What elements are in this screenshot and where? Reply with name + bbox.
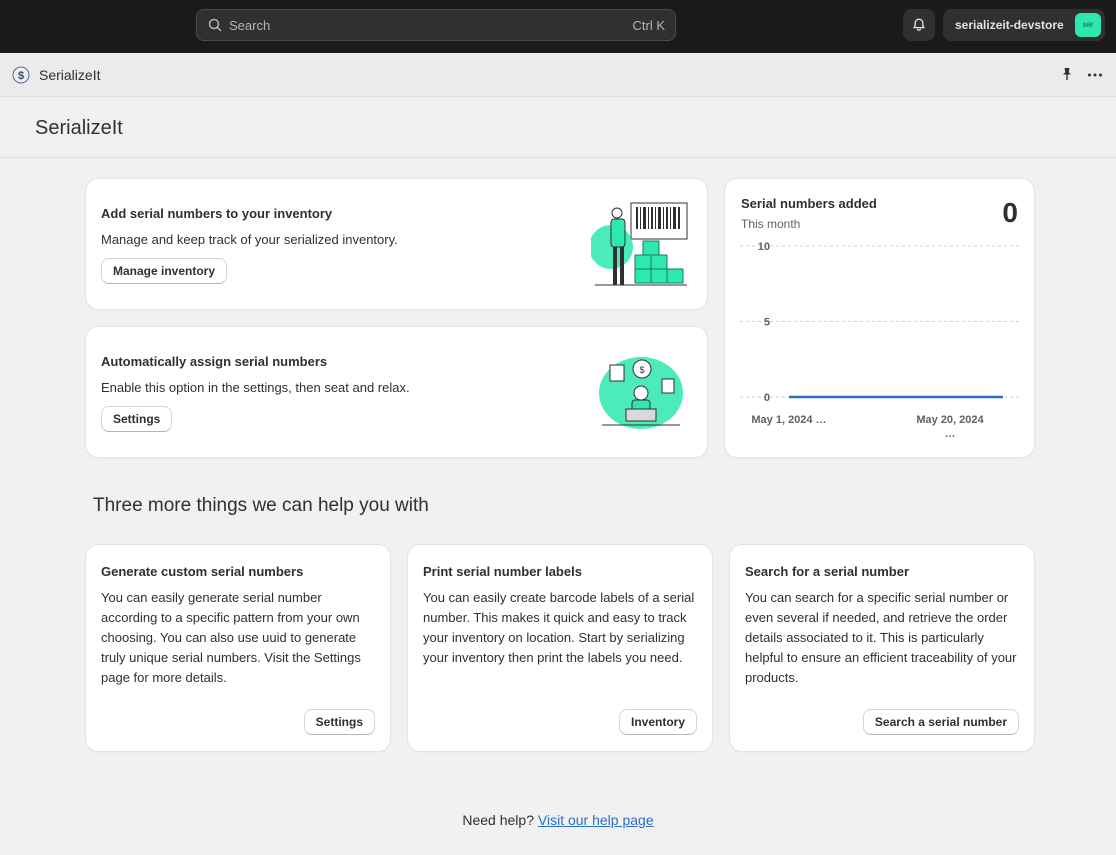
top-bar: Search Ctrl K serializeit-devstore ser (0, 0, 1116, 53)
search-serial-number-button[interactable]: Search a serial number (862, 709, 1019, 735)
help-card-search: Search for a serial number You can searc… (730, 545, 1034, 751)
x-tick-label: … (945, 428, 956, 440)
help-card-text: You can easily generate serial number ac… (101, 590, 361, 685)
svg-text:$: $ (18, 70, 24, 82)
app-logo-icon: $ (12, 66, 30, 84)
serial-numbers-chart: 0 5 10 May 1, 2024 … May 20, 2024 … (740, 241, 1020, 440)
search-icon (208, 18, 222, 32)
search-placeholder: Search (229, 18, 271, 33)
help-page-link[interactable]: Visit our help page (538, 812, 654, 828)
generate-settings-button[interactable]: Settings (303, 709, 375, 735)
search-shortcut: Ctrl K (632, 18, 666, 33)
inventory-button[interactable]: Inventory (618, 709, 697, 735)
settings-button[interactable]: Settings (101, 406, 173, 432)
auto-assign-card-title: Automatically assign serial numbers (101, 354, 328, 369)
page-title: SerializeIt (35, 117, 123, 139)
inventory-card-title: Add serial numbers to your inventory (101, 206, 333, 221)
help-card-generate: Generate custom serial numbers You can e… (86, 545, 390, 751)
inventory-card-text: Manage and keep track of your serialized… (101, 232, 398, 247)
help-card-text: You can search for a specific serial num… (745, 590, 1017, 685)
store-menu[interactable]: serializeit-devstore ser (943, 9, 1105, 41)
store-name: serializeit-devstore (955, 18, 1064, 32)
inventory-card: Add serial numbers to your inventory Man… (86, 179, 707, 309)
help-card-print: Print serial number labels You can easil… (408, 545, 712, 751)
y-tick-label: 0 (764, 392, 770, 404)
help-card-title: Search for a serial number (745, 564, 910, 579)
help-card-text: You can easily create barcode labels of … (423, 590, 695, 665)
app-name: SerializeIt (39, 67, 101, 83)
help-card-title: Print serial number labels (423, 564, 582, 579)
help-card-title: Generate custom serial numbers (101, 564, 304, 579)
app-bar: $ SerializeIt (0, 53, 1116, 97)
search-bar[interactable]: Search Ctrl K (196, 9, 676, 41)
y-tick-label: 5 (764, 317, 770, 329)
help-footer: Need help? Visit our help page (0, 812, 1116, 828)
inventory-illustration (591, 202, 688, 286)
section-heading: Three more things we can help you with (93, 495, 429, 516)
svg-text:$: $ (639, 365, 644, 375)
y-tick-label: 10 (758, 241, 770, 253)
auto-assign-card-text: Enable this option in the settings, then… (101, 380, 410, 395)
more-options-icon[interactable] (1087, 67, 1103, 83)
automation-illustration: $ (599, 357, 683, 429)
help-text: Need help? (462, 812, 534, 828)
notifications-button[interactable] (903, 9, 935, 41)
x-tick-label: May 20, 2024 (916, 414, 984, 426)
serial-numbers-chart-card: Serial numbers added This month 0 0 5 10 Ma… (725, 179, 1034, 457)
store-avatar: ser (1075, 13, 1101, 37)
pin-icon[interactable] (1059, 66, 1075, 82)
manage-inventory-button[interactable]: Manage inventory (101, 258, 228, 284)
page-header: SerializeIt (0, 97, 1116, 158)
bell-icon (913, 18, 925, 31)
auto-assign-card: Automatically assign serial numbers Enab… (86, 327, 707, 457)
x-tick-label: May 1, 2024 … (751, 414, 826, 426)
